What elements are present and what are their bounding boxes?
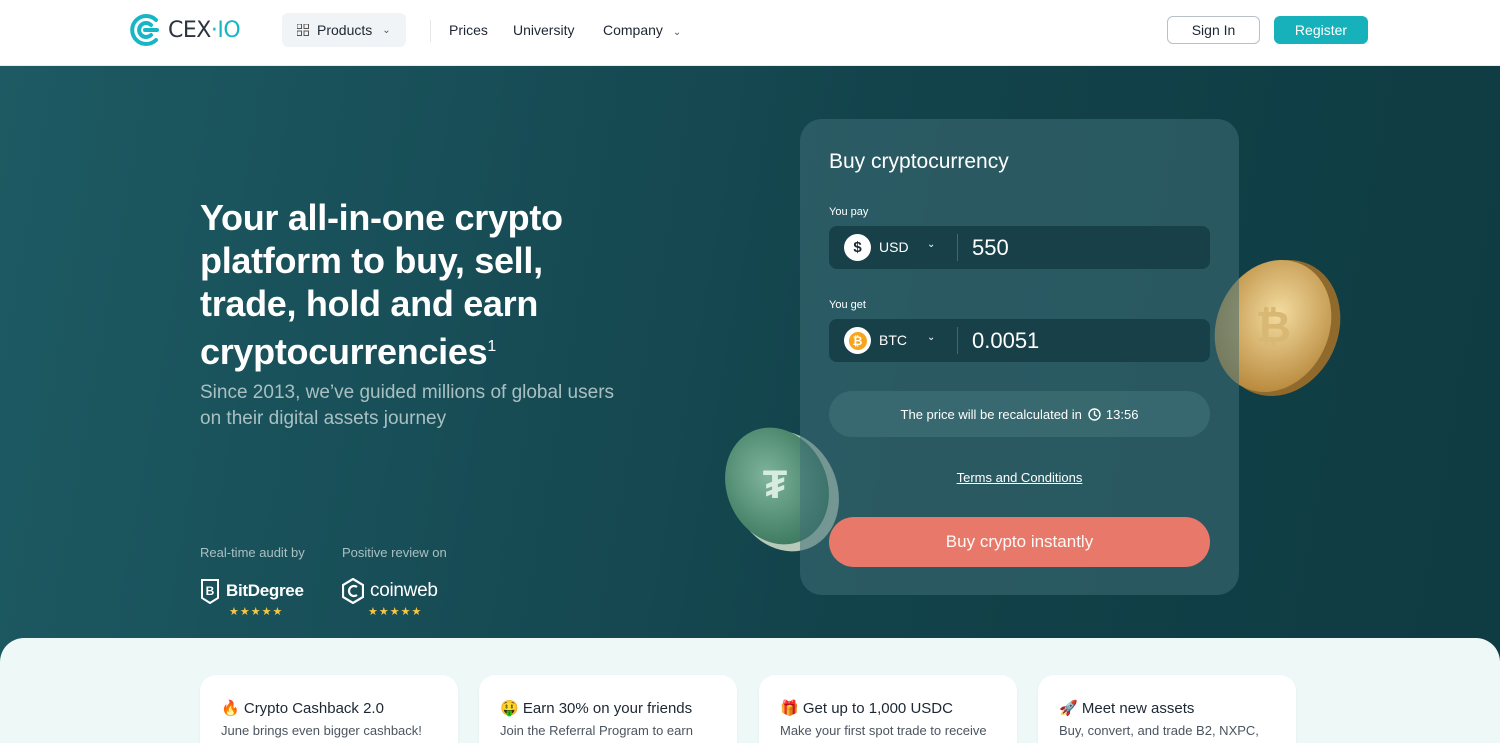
hero-subtitle: Since 2013, we’ve guided millions of glo… bbox=[200, 382, 615, 429]
clock-icon bbox=[1088, 407, 1101, 421]
price-recalc-notice: The price will be recalculated in 13:56 bbox=[829, 391, 1210, 437]
hero-title: Your all-in-one crypto platform to buy, … bbox=[200, 197, 563, 372]
terms-link[interactable]: Terms and Conditions bbox=[800, 470, 1239, 485]
get-currency-code: BTC bbox=[879, 332, 907, 348]
audit-label: Real-time audit by bbox=[200, 545, 305, 560]
promo-title: 🔥 Crypto Cashback 2.0 bbox=[221, 700, 384, 717]
buy-crypto-widget: Buy cryptocurrency You pay $ USD ⌄ 550 Y… bbox=[800, 119, 1239, 595]
coinweb-logo-icon bbox=[342, 578, 364, 604]
buy-crypto-button[interactable]: Buy crypto instantly bbox=[829, 517, 1210, 567]
products-label: Products bbox=[317, 22, 373, 38]
grid-icon bbox=[297, 24, 309, 36]
promo-desc: Buy, convert, and trade B2, NXPC, bbox=[1059, 723, 1259, 738]
pay-currency-code: USD bbox=[879, 239, 909, 255]
bitdegree-logo-icon: B bbox=[201, 579, 219, 604]
gift-icon: 🎁 bbox=[780, 700, 799, 717]
coinweb-stars: ★★★★★ bbox=[368, 606, 423, 618]
svg-text:₿: ₿ bbox=[1255, 303, 1291, 352]
promo-title: 🎁 Get up to 1,000 USDC bbox=[780, 700, 953, 717]
get-amount-input[interactable]: 0.0051 bbox=[972, 328, 1039, 354]
buy-widget-title: Buy cryptocurrency bbox=[829, 150, 1009, 173]
field-divider bbox=[957, 234, 958, 261]
promo-card-usdc[interactable]: 🎁 Get up to 1,000 USDC Make your first s… bbox=[759, 675, 1017, 743]
promo-desc: Make your first spot trade to receive bbox=[780, 723, 987, 738]
top-navigation-bar: CEX·IO Products ⌄ Prices University Comp… bbox=[0, 0, 1500, 66]
field-divider bbox=[957, 327, 958, 354]
bitdegree-stars: ★★★★★ bbox=[229, 606, 284, 618]
promo-card-referral[interactable]: 🤑 Earn 30% on your friends Join the Refe… bbox=[479, 675, 737, 743]
recalc-text: The price will be recalculated in bbox=[900, 406, 1082, 422]
footnote-marker: 1 bbox=[487, 338, 496, 355]
promo-title: 🤑 Earn 30% on your friends bbox=[500, 700, 693, 717]
hero-section: Your all-in-one crypto platform to buy, … bbox=[0, 66, 1500, 666]
promo-card-cashback[interactable]: 🔥 Crypto Cashback 2.0 June brings even b… bbox=[200, 675, 458, 743]
svg-text:₮: ₮ bbox=[763, 463, 787, 507]
svg-text:B: B bbox=[206, 584, 215, 598]
cex-logo-icon bbox=[130, 14, 159, 46]
register-button[interactable]: Register bbox=[1274, 16, 1368, 44]
chevron-down-icon: ⌄ bbox=[672, 27, 682, 38]
chevron-down-icon: ⌄ bbox=[382, 24, 391, 36]
fire-icon: 🔥 bbox=[221, 700, 240, 717]
coinweb-name: coinweb bbox=[370, 580, 438, 601]
rocket-icon: 🚀 bbox=[1059, 700, 1078, 717]
get-field: ₿ BTC ⌄ 0.0051 bbox=[829, 319, 1210, 362]
you-get-label: You get bbox=[829, 299, 866, 311]
products-menu-button[interactable]: Products ⌄ bbox=[282, 13, 406, 47]
you-pay-label: You pay bbox=[829, 206, 869, 218]
bitcoin-glyph: ₿ bbox=[848, 331, 867, 350]
promo-desc: June brings even bigger cashback! bbox=[221, 723, 422, 738]
sign-in-button[interactable]: Sign In bbox=[1167, 16, 1260, 44]
nav-divider bbox=[430, 20, 431, 42]
money-face-icon: 🤑 bbox=[500, 700, 519, 717]
company-label: Company bbox=[603, 22, 663, 38]
nav-link-company[interactable]: Company ⌄ bbox=[603, 22, 681, 38]
nav-link-prices[interactable]: Prices bbox=[449, 22, 488, 38]
review-label: Positive review on bbox=[342, 545, 447, 560]
nav-link-university[interactable]: University bbox=[513, 22, 574, 38]
chevron-down-icon: ⌄ bbox=[927, 239, 936, 250]
promo-card-new-assets[interactable]: 🚀 Meet new assets Buy, convert, and trad… bbox=[1038, 675, 1296, 743]
logo-wordmark: CEX·IO bbox=[168, 17, 241, 43]
bitcoin-icon: ₿ bbox=[844, 327, 871, 354]
coinweb-badge[interactable]: coinweb bbox=[342, 578, 438, 604]
dollar-icon: $ bbox=[844, 234, 871, 261]
cex-io-logo[interactable]: CEX·IO bbox=[128, 14, 241, 46]
chevron-down-icon: ⌄ bbox=[927, 332, 936, 343]
recalc-timer: 13:56 bbox=[1105, 406, 1139, 422]
bitdegree-badge[interactable]: B BitDegree bbox=[200, 578, 304, 604]
pay-field: $ USD ⌄ 550 bbox=[829, 226, 1210, 269]
bitdegree-name: BitDegree bbox=[226, 581, 304, 600]
promo-title: 🚀 Meet new assets bbox=[1059, 700, 1195, 717]
pay-amount-input[interactable]: 550 bbox=[972, 235, 1009, 261]
promo-desc: Join the Referral Program to earn bbox=[500, 723, 693, 738]
